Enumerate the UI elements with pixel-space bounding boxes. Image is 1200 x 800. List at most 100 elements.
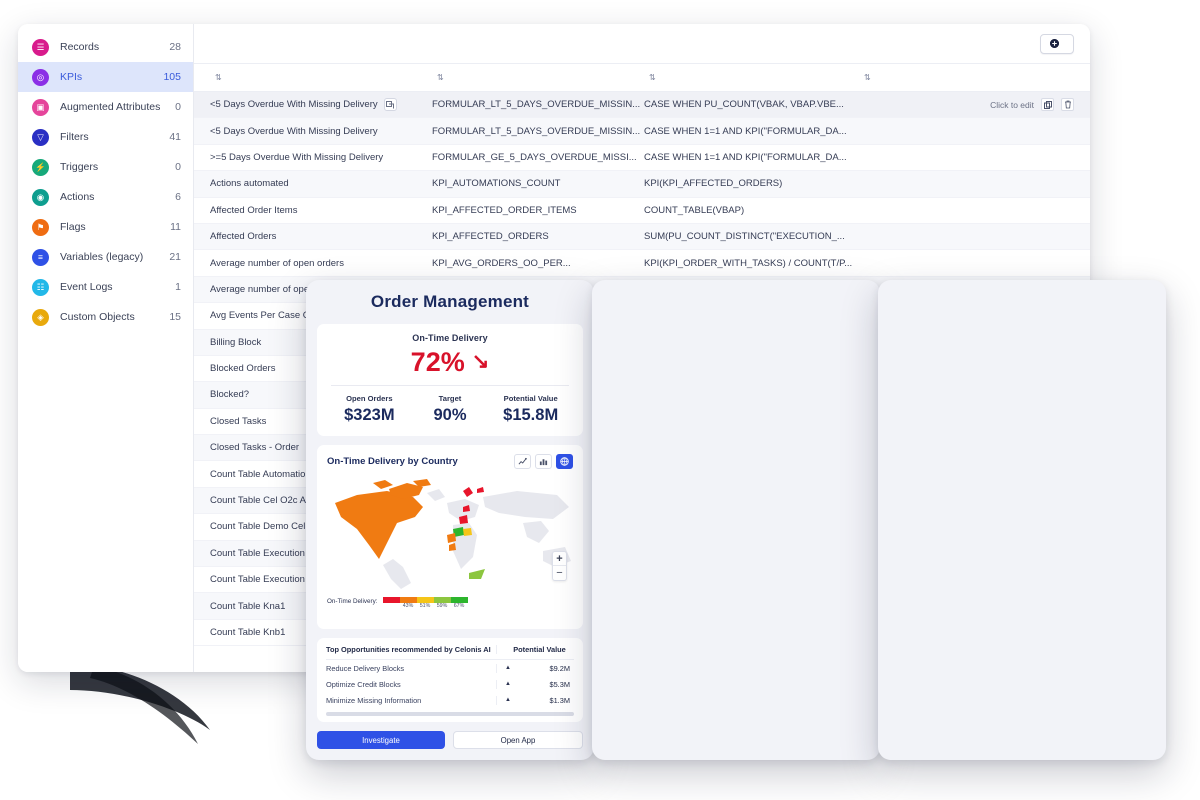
table-row[interactable]: Affected Order Items KPI_AFFECTED_ORDER_I…	[194, 198, 1090, 224]
legend-tick: 51%	[419, 603, 431, 610]
plus-icon	[1050, 39, 1059, 48]
table-row[interactable]: Actions automated KPI_AUTOMATIONS_COUNT KP…	[194, 171, 1090, 198]
sort-icon[interactable]: ⇅	[649, 73, 656, 82]
kpi-card-order-management: Order Management On-Time Delivery 72% ↘ Open…	[306, 280, 594, 760]
kpi-summary-panel: On-Time Delivery 72% ↘ Open Orders $323M Targ…	[317, 324, 583, 437]
kpi-sub-metrics: Open Orders $323M Target 90% Potential Value…	[329, 394, 571, 425]
cell-name: Actions automated	[210, 178, 432, 189]
kpi-sub-value: $323M	[344, 406, 395, 425]
sidebar-item-augmented-attributes[interactable]: ▣ Augmented Attributes 0	[18, 92, 193, 122]
copy-icon[interactable]	[383, 98, 397, 112]
variables-icon: ≡	[32, 248, 49, 266]
cell-name-text: Billing Block	[210, 336, 262, 348]
cell-name-text: Count Table Knb1	[210, 627, 286, 638]
sidebar-item-filters[interactable]: ▽ Filters 41	[18, 122, 193, 152]
cell-name-text: Average number of open orders	[210, 257, 344, 269]
event-logs-icon: ☷	[32, 278, 49, 296]
divider	[331, 385, 569, 387]
row-actions: Click to edit	[990, 98, 1074, 112]
legend-tick: 43%	[402, 603, 414, 610]
sidebar-item-event-logs[interactable]: ☷ Event Logs 1	[18, 272, 193, 302]
cell-name: Affected Orders	[210, 231, 432, 242]
main-header	[194, 24, 1090, 64]
world-map[interactable]	[327, 473, 573, 591]
cell-name: <5 Days Overdue With Missing Delivery	[210, 126, 432, 137]
duplicate-icon[interactable]	[1041, 98, 1054, 112]
kpis-icon: ◎	[32, 68, 49, 86]
opportunity-row[interactable]: Minimize Missing Information ▲ $1.3M	[326, 692, 574, 708]
cell-name-text: Actions automated	[210, 178, 289, 190]
table-row[interactable]: <5 Days Overdue With Missing Delivery FOR…	[194, 118, 1090, 145]
sidebar-item-count: 41	[169, 131, 181, 143]
cell-name-text: Blocked?	[210, 389, 250, 401]
records-icon: ☰	[32, 38, 49, 56]
sort-icon[interactable]: ⇅	[864, 73, 871, 82]
cell-name-text: >=5 Days Overdue With Missing Delivery	[210, 151, 384, 163]
column-header-name[interactable]: ⇅	[210, 73, 432, 82]
opportunity-value-cell: ▲ $1.3M	[496, 695, 574, 705]
card-title-order-management: Order Management	[370, 292, 530, 311]
open-app-button[interactable]: Open App	[453, 731, 583, 749]
sidebar-item-count: 21	[169, 251, 181, 263]
opportunities-header: Top Opportunities recommended by Celonis…	[326, 645, 574, 660]
kpi-sub-label: Target	[438, 394, 462, 404]
sidebar-item-label: Custom Objects	[60, 311, 135, 323]
map-legend: On-Time Delivery: 43% 51% 59% 67%	[327, 597, 573, 609]
cell-id: KPI_AVG_ORDERS_OO_PER...	[432, 257, 571, 269]
edit-hint: Click to edit	[990, 99, 1034, 110]
opportunity-name: Reduce Delivery Blocks	[326, 663, 405, 673]
cell-pql: CASE WHEN 1=1 AND KPI("FORMULAR_DA...	[644, 151, 847, 163]
sidebar-item-count: 105	[163, 71, 181, 83]
sidebar-item-kpis[interactable]: ◎ KPIs 105	[18, 62, 193, 92]
sidebar-item-custom-objects[interactable]: ◈ Custom Objects 15	[18, 302, 193, 332]
filters-icon: ▽	[32, 128, 49, 146]
sidebar-item-count: 1	[175, 281, 181, 293]
trend-down-icon: ↘	[471, 350, 490, 374]
investigate-button[interactable]: Investigate	[317, 731, 445, 749]
screenshot-root: ☰ Records 28 ◎ KPIs 105 ▣ Augmented Attributes 0…	[0, 0, 1200, 800]
table-row[interactable]: Average number of open orders KPI_AVG_ORD…	[194, 250, 1090, 277]
chart-title: On-Time Delivery by Country	[327, 456, 458, 468]
sidebar-item-label: Filters	[60, 131, 89, 143]
opportunity-name: Minimize Missing Information	[326, 695, 422, 705]
table-row[interactable]: Affected Orders KPI_AFFECTED_ORDERS SUM(PU…	[194, 223, 1090, 251]
column-header-id[interactable]: ⇅	[432, 73, 644, 82]
create-kpi-button[interactable]	[1040, 33, 1074, 54]
cell-pql: KPI(KPI_AFFECTED_ORDERS)	[644, 178, 783, 190]
map-container[interactable]: + −	[327, 473, 573, 591]
opportunity-row[interactable]: Reduce Delivery Blocks ▲ $9.2M	[326, 660, 574, 676]
opportunity-value: $9.2M	[549, 663, 570, 673]
table-row[interactable]: >=5 Days Overdue With Missing Delivery FO…	[194, 145, 1090, 172]
sidebar-item-actions[interactable]: ◉ Actions 6	[18, 182, 193, 212]
sidebar-item-label: Variables (legacy)	[60, 251, 144, 263]
sidebar-item-variables-legacy[interactable]: ≡ Variables (legacy) 21	[18, 242, 193, 272]
horizontal-scrollbar[interactable]	[326, 712, 574, 716]
sidebar-item-label: Actions	[60, 191, 95, 203]
sort-icon[interactable]: ⇅	[437, 73, 444, 82]
column-header-pql[interactable]: ⇅	[644, 73, 859, 82]
map-zoom-controls[interactable]: + −	[552, 551, 567, 582]
sidebar-item-records[interactable]: ☰ Records 28	[18, 32, 193, 62]
cell-pql: SUM(PU_COUNT_DISTINCT("EXECUTION_...	[644, 231, 845, 243]
bar-chart-toggle-icon[interactable]	[535, 454, 552, 470]
potential-value-header-label: Potential Value	[496, 645, 574, 654]
opportunity-row[interactable]: Optimize Credit Blocks ▲ $5.3M	[326, 676, 574, 692]
trash-icon[interactable]	[1061, 98, 1074, 112]
legend-tick-labels: 43% 51% 59% 67%	[383, 603, 468, 609]
line-chart-toggle-icon[interactable]	[514, 454, 531, 470]
zoom-in-button[interactable]: +	[553, 552, 566, 567]
sidebar-item-label: Triggers	[60, 161, 99, 173]
cell-id: KPI_AFFECTED_ORDERS	[432, 231, 549, 243]
kpi-sub-metric: Open Orders $323M	[329, 394, 410, 425]
zoom-out-button[interactable]: −	[553, 566, 566, 580]
opportunity-value-cell: ▲ $9.2M	[496, 663, 574, 673]
table-row[interactable]: <5 Days Overdue With Missing Delivery FOR…	[194, 92, 1090, 119]
sidebar-item-flags[interactable]: ⚑ Flags 11	[18, 212, 193, 242]
column-header-source[interactable]: ⇅	[859, 73, 1074, 82]
chart-panel: On-Time Delivery by Country + − On-Time Del…	[317, 445, 583, 629]
sidebar-item-count: 0	[175, 161, 181, 173]
sidebar-item-triggers[interactable]: ⚡ Triggers 0	[18, 152, 193, 182]
map-toggle-icon[interactable]	[556, 454, 573, 470]
cell-id: FORMULAR_LT_5_DAYS_OVERDUE_MISSIN...	[432, 125, 641, 137]
sort-icon[interactable]: ⇅	[215, 73, 222, 82]
